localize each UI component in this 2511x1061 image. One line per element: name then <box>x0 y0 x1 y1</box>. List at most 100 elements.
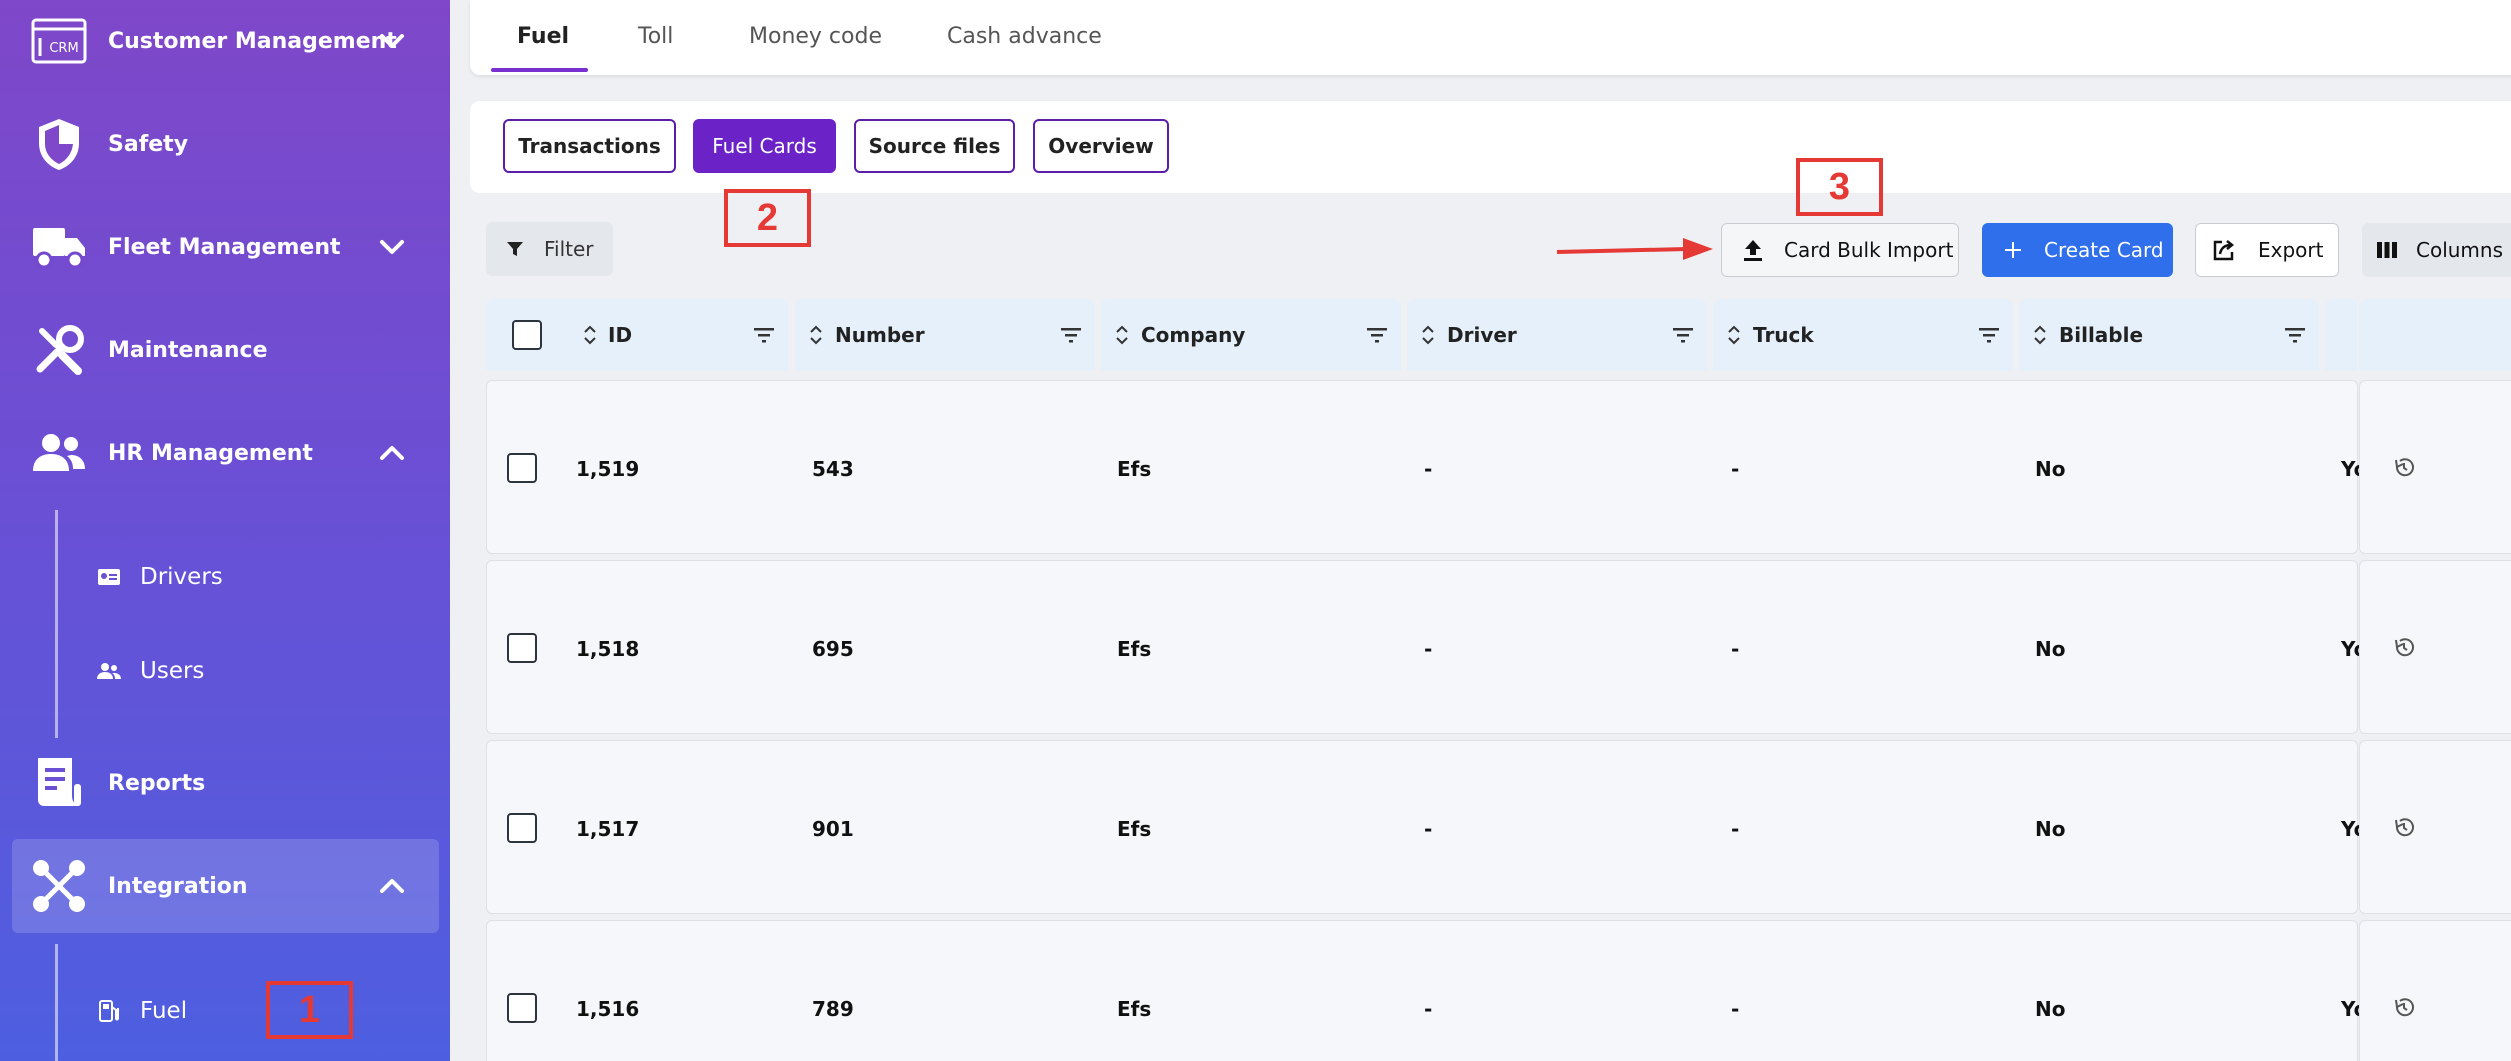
sidebar-item-safety[interactable]: Safety <box>12 97 439 191</box>
sidebar-subitem-fuel[interactable]: Fuel <box>96 981 187 1041</box>
sort-icon[interactable] <box>1725 322 1743 348</box>
export-button[interactable]: Export <box>2195 223 2339 277</box>
shield-icon <box>30 115 88 173</box>
row-checkbox[interactable] <box>507 993 537 1023</box>
cell-id: 1,518 <box>576 637 640 661</box>
tab-fuel[interactable]: Fuel <box>517 24 569 49</box>
sidebar-subitem-users[interactable]: Users <box>96 641 204 701</box>
cell-driver: - <box>1424 817 1433 841</box>
subtab-transactions[interactable]: Transactions <box>503 119 676 173</box>
cell-billable: No <box>2035 637 2066 661</box>
column-filter-icon[interactable] <box>2283 324 2307 346</box>
table-row[interactable]: 1,516 789 Efs - - No Yo <box>486 920 2359 1061</box>
plus-icon <box>2005 242 2021 258</box>
row-actions <box>2359 380 2511 554</box>
create-card-button[interactable]: Create Card <box>1982 223 2173 277</box>
history-icon[interactable] <box>2392 995 2416 1019</box>
cell-truck: - <box>1731 997 1740 1021</box>
cell-number: 901 <box>812 817 854 841</box>
row-checkbox[interactable] <box>507 633 537 663</box>
chevron-up-icon[interactable] <box>374 435 410 471</box>
cell-driver: - <box>1424 637 1433 661</box>
sidebar-item-label: Reports <box>108 770 206 796</box>
subtab-overview[interactable]: Overview <box>1033 119 1169 173</box>
sort-icon[interactable] <box>1113 322 1131 348</box>
table-header-driver: Driver <box>1407 299 1707 371</box>
cell-company: Efs <box>1117 637 1152 661</box>
filter-button-label: Filter <box>544 237 594 261</box>
table-header-billable: Billable <box>2019 299 2319 371</box>
table-row[interactable]: 1,517 901 Efs - - No Yo <box>486 740 2359 914</box>
users-icon <box>30 424 88 482</box>
cell-truncated: Yo <box>2341 637 2359 661</box>
sort-icon[interactable] <box>807 322 825 348</box>
chevron-down-icon[interactable] <box>374 23 410 59</box>
column-label: Truck <box>1753 323 1814 347</box>
sidebar-item-integration[interactable]: Integration <box>12 839 439 933</box>
sidebar-item-maintenance[interactable]: Maintenance <box>12 303 439 397</box>
tab-cash-advance[interactable]: Cash advance <box>947 24 1102 49</box>
column-filter-icon[interactable] <box>752 324 776 346</box>
sidebar-item-reports[interactable]: Reports <box>12 736 439 830</box>
sidebar-item-label: Fleet Management <box>108 234 341 260</box>
card-bulk-import-label: Card Bulk Import <box>1784 238 1954 262</box>
annotation-marker-1: 1 <box>266 981 353 1039</box>
filter-button[interactable]: Filter <box>486 222 613 276</box>
sidebar-item-hr-management[interactable]: HR Management <box>12 406 439 500</box>
column-filter-icon[interactable] <box>1671 324 1695 346</box>
row-actions <box>2359 920 2511 1061</box>
sidebar-subitem-drivers[interactable]: Drivers <box>96 547 223 607</box>
tab-money-code[interactable]: Money code <box>749 24 882 49</box>
cell-truck: - <box>1731 817 1740 841</box>
export-label: Export <box>2258 238 2324 262</box>
sidebar-item-fleet-management[interactable]: Fleet Management <box>12 200 439 294</box>
card-bulk-import-button[interactable]: Card Bulk Import <box>1721 223 1959 277</box>
row-checkbox[interactable] <box>507 453 537 483</box>
columns-button[interactable]: Columns <box>2362 223 2511 277</box>
table-row[interactable]: 1,519 543 Efs - - No Yo <box>486 380 2359 554</box>
column-label: ID <box>608 323 633 347</box>
truck-icon <box>30 218 88 276</box>
fuel-pump-icon <box>96 998 122 1024</box>
subtab-fuel-cards[interactable]: Fuel Cards <box>693 119 836 173</box>
table-header-partial <box>2325 299 2357 371</box>
sidebar-item-customer-management[interactable]: CRM Customer Management <box>12 0 439 88</box>
annotation-marker-2: 2 <box>724 189 811 247</box>
column-filter-icon[interactable] <box>1059 324 1083 346</box>
row-checkbox[interactable] <box>507 813 537 843</box>
annotation-marker-3: 3 <box>1796 158 1883 216</box>
column-label: Number <box>835 323 925 347</box>
submenu-divider <box>55 944 58 1061</box>
sidebar: CRM Customer Management Safety Fleet Man… <box>0 0 450 1061</box>
cell-number: 543 <box>812 457 854 481</box>
sort-icon[interactable] <box>581 322 599 348</box>
cell-id: 1,519 <box>576 457 640 481</box>
history-icon[interactable] <box>2392 635 2416 659</box>
sidebar-subitem-label: Fuel <box>140 998 188 1024</box>
integration-icon <box>30 857 88 915</box>
chevron-up-icon[interactable] <box>374 868 410 904</box>
export-icon <box>2213 240 2235 261</box>
report-icon <box>30 754 88 812</box>
cell-truck: - <box>1731 637 1740 661</box>
submenu-divider <box>55 510 58 738</box>
column-filter-icon[interactable] <box>1365 324 1389 346</box>
history-icon[interactable] <box>2392 455 2416 479</box>
subtab-source-files[interactable]: Source files <box>854 119 1015 173</box>
table-row[interactable]: 1,518 695 Efs - - No Yo <box>486 560 2359 734</box>
sort-icon[interactable] <box>1419 322 1437 348</box>
history-icon[interactable] <box>2392 815 2416 839</box>
filter-icon <box>507 242 523 256</box>
cell-truncated: Yo <box>2341 997 2359 1021</box>
group-icon <box>96 658 122 684</box>
sidebar-item-label: Maintenance <box>108 337 268 363</box>
cell-number: 695 <box>812 637 854 661</box>
chevron-down-icon[interactable] <box>374 229 410 265</box>
column-filter-icon[interactable] <box>1977 324 2001 346</box>
id-card-icon <box>96 564 122 590</box>
tab-toll[interactable]: Toll <box>638 24 673 49</box>
sort-icon[interactable] <box>2031 322 2049 348</box>
cell-truncated: Yo <box>2341 817 2359 841</box>
table-header-actions <box>2359 299 2511 371</box>
select-all-checkbox[interactable] <box>512 320 542 350</box>
